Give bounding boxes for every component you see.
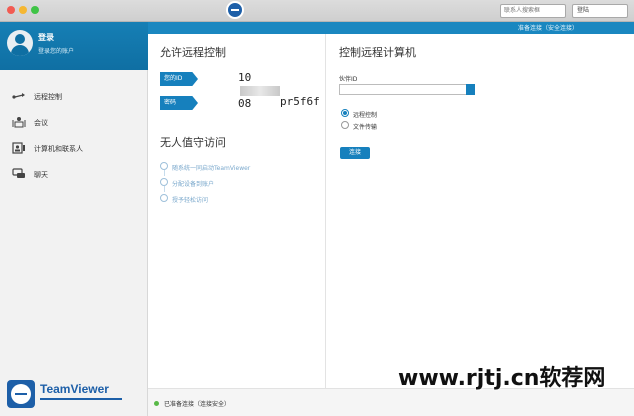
- zoom-window-button[interactable]: [31, 6, 39, 14]
- meeting-icon: [12, 117, 26, 128]
- sidebar-item-label: 远程控制: [34, 93, 62, 101]
- teamviewer-logo-icon: [226, 1, 244, 19]
- brand-logo: TeamViewer: [0, 372, 148, 416]
- step-connector: [164, 170, 165, 176]
- teamviewer-brand-icon: [7, 380, 35, 408]
- step-connector: [164, 186, 165, 192]
- connection-stripe: 准备连接（安全连接）: [148, 22, 634, 34]
- sidebar-item-label: 聊天: [34, 171, 48, 179]
- close-window-button[interactable]: [7, 6, 15, 14]
- chat-icon: [12, 168, 25, 178]
- brand-underline: [40, 398, 122, 400]
- sidebar-item-meeting[interactable]: 会议: [0, 110, 148, 136]
- control-remote-title: 控制远程计算机: [339, 46, 416, 59]
- sidebar: 登录 登录您的账户 远程控制 会议 计算机和联系人 聊天 TeamViewer: [0, 22, 148, 416]
- minimize-window-button[interactable]: [19, 6, 27, 14]
- step-label: 随系统一同启动TeamViewer: [172, 165, 251, 172]
- sidebar-nav: 远程控制 会议 计算机和联系人 聊天: [0, 84, 148, 188]
- sidebar-item-label: 计算机和联系人: [34, 145, 83, 153]
- contact-search-input[interactable]: 联系人搜索框: [500, 4, 566, 18]
- status-indicator-icon: [154, 401, 159, 406]
- remote-control-radio[interactable]: [341, 109, 349, 117]
- status-text: 已准备连接（连接安全）: [164, 401, 231, 408]
- watermark: www.rjtj.cn软荐网: [398, 366, 606, 391]
- sidebar-item-chat[interactable]: 聊天: [0, 162, 148, 188]
- status-bar: 已准备连接（连接安全）: [148, 388, 634, 416]
- password-value[interactable]: pr5f6f: [280, 95, 320, 108]
- step-label: 授予轻松访问: [172, 197, 209, 204]
- remote-control-radio-label: 远程控制: [353, 112, 378, 119]
- partner-id-input[interactable]: [339, 84, 467, 95]
- partner-dropdown-button[interactable]: [466, 84, 475, 95]
- your-id-value[interactable]: 10 08: [238, 71, 282, 110]
- step-circle-icon: [160, 194, 168, 202]
- connect-button[interactable]: 连接: [340, 147, 370, 159]
- file-transfer-radio-label: 文件传输: [353, 124, 378, 131]
- control-remote-panel: 控制远程计算机 伙伴ID 远程控制 文件传输 连接: [327, 34, 634, 388]
- sidebar-item-contacts[interactable]: 计算机和联系人: [0, 136, 148, 162]
- unattended-title: 无人值守访问: [160, 136, 226, 149]
- password-label: 密码: [160, 96, 198, 110]
- remote-control-icon: [12, 93, 25, 99]
- sidebar-item-label: 会议: [34, 119, 48, 127]
- allow-remote-panel: 允许远程控制 您的ID 10 08 密码 pr5f6f 无人值守访问 随系统一同启…: [148, 34, 326, 388]
- id-blur: [240, 86, 280, 96]
- profile-status: 登录您的账户: [38, 48, 75, 55]
- step-circle-icon: [160, 178, 168, 186]
- sidebar-item-remote-control[interactable]: 远程控制: [0, 84, 148, 110]
- id-value-end: 08: [238, 97, 252, 110]
- login-button[interactable]: 登陆: [572, 4, 628, 18]
- brand-name: TeamViewer: [40, 382, 109, 396]
- file-transfer-radio[interactable]: [341, 121, 349, 129]
- contacts-icon: [12, 142, 25, 154]
- id-value-start: 10: [238, 71, 252, 84]
- partner-id-label: 伙伴ID: [339, 76, 358, 83]
- step-label: 分配设备到账户: [172, 181, 215, 188]
- window-titlebar: 联系人搜索框 登陆: [0, 0, 634, 22]
- step-circle-icon: [160, 162, 168, 170]
- avatar: [7, 30, 33, 56]
- your-id-label: 您的ID: [160, 72, 198, 86]
- allow-remote-title: 允许远程控制: [160, 46, 226, 59]
- profile-name: 登录: [38, 33, 54, 42]
- stripe-text: 准备连接（安全连接）: [517, 25, 578, 32]
- profile-panel[interactable]: 登录 登录您的账户: [0, 22, 148, 70]
